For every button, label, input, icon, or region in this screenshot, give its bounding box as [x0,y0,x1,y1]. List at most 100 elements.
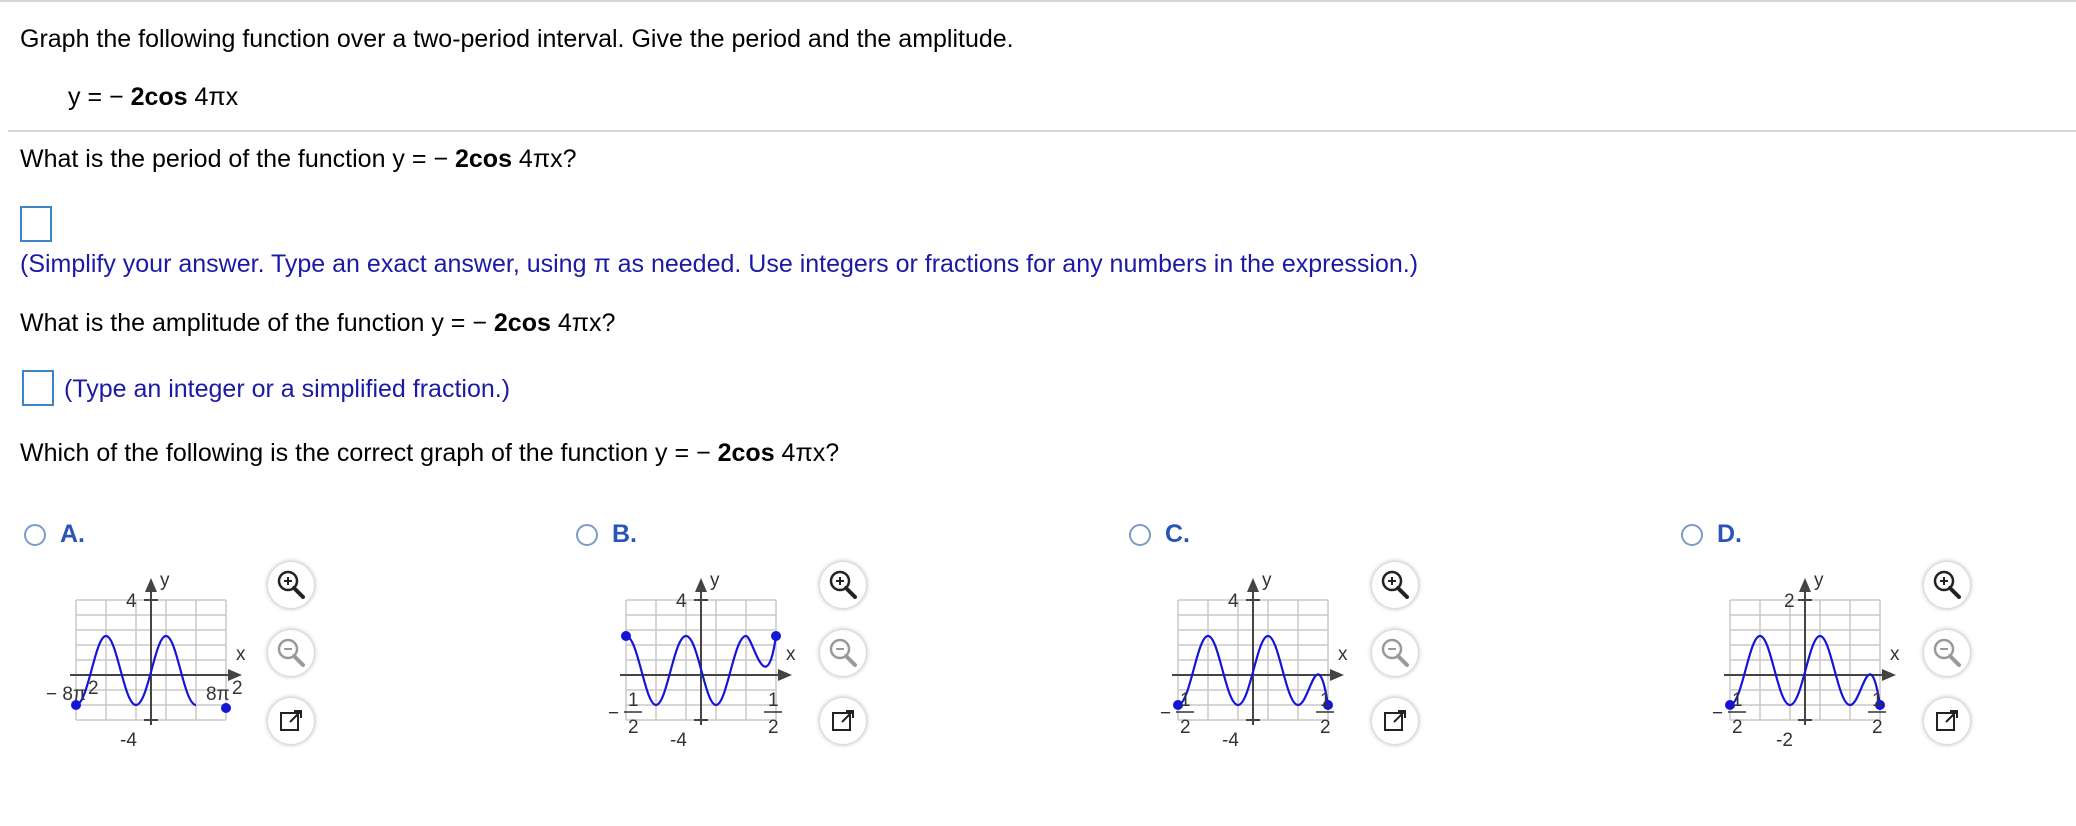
period-prompt-minus: − [433,145,449,173]
option-a-y-bottom-tick: -4 [120,730,137,751]
zoom-in-icon [829,570,857,599]
popout-icon [280,710,302,731]
option-b-x-left-den: 2 [628,717,639,738]
option-b-x-label: x [786,644,796,665]
zoom-in-icon [1933,570,1961,599]
zoom-out-icon [277,638,305,667]
option-b-y-arrow [695,578,707,592]
equation-lhs: y = [68,83,109,111]
amplitude-prompt-coef: 2cos [493,309,551,337]
option-c[interactable]: C. [1129,520,1190,549]
zoom-out-icon [1933,638,1961,667]
option-c-x-left-den: 2 [1180,717,1191,738]
option-c-zoom-out-button[interactable] [1372,630,1418,676]
option-a[interactable]: A. [24,520,85,549]
equation-minus: − [109,83,124,111]
graph-prompt-arg: 4πx [774,439,826,467]
amplitude-prompt-minus: − [472,309,487,337]
period-answer-input[interactable] [20,206,52,242]
option-b-point-left [621,631,631,641]
question-intro: Graph the following function over a two-… [20,25,1014,53]
option-c-popout-button[interactable] [1372,698,1418,744]
option-b-zoom-out-button[interactable] [820,630,866,676]
option-a-y-top-tick: 4 [126,591,137,612]
graph-prompt: Which of the following is the correct gr… [20,438,839,468]
option-d[interactable]: D. [1681,520,1742,549]
graph-prompt-end: ? [825,439,840,467]
option-c-label: C. [1165,520,1190,548]
option-a-popout-button[interactable] [268,698,314,744]
option-a-graph: y x 4 -4 − 8π 2 8π 2 [40,560,280,765]
option-b-y-top-tick: 4 [676,591,687,612]
option-b-x-right-den: 2 [768,717,779,738]
option-d-y-bottom-tick: -2 [1776,730,1793,751]
period-prompt-end: ? [562,145,577,173]
option-b-zoom-in-button[interactable] [820,562,866,608]
option-a-label: A. [60,520,85,548]
option-b-radio[interactable] [576,523,598,546]
option-c-radio[interactable] [1129,523,1151,546]
option-d-x-label: x [1890,644,1900,665]
option-b-popout-button[interactable] [820,698,866,744]
option-c-zoom-in-button[interactable] [1372,562,1418,608]
option-a-radio[interactable] [24,523,46,546]
option-a-x-right-sup: 2 [232,678,243,699]
option-d-y-top-tick: 2 [1784,591,1795,612]
option-c-y-arrow [1247,578,1259,592]
option-d-y-arrow [1799,578,1811,592]
popout-icon [1384,710,1406,731]
zoom-out-icon [829,638,857,667]
option-d-radio[interactable] [1681,523,1703,546]
function-equation: y = − 2cos 4πx [68,82,238,112]
option-b-point-right [771,631,781,641]
option-c-x-label: x [1338,644,1348,665]
option-d-graph: y x 2 -2 − 1 2 1 2 [1694,560,1934,765]
option-d-zoom-in-button[interactable] [1924,562,1970,608]
option-b-x-right-num: 1 [768,690,779,711]
amplitude-prompt-text: What is the amplitude of the function y … [20,309,473,337]
option-c-x-right-num: 1 [1320,690,1331,711]
option-d-x-left-minus: − [1712,703,1723,724]
option-c-y-label: y [1262,570,1272,591]
option-d-x-right-den: 2 [1872,717,1883,738]
option-d-x-left-den: 2 [1732,717,1743,738]
option-c-x-left-minus: − [1160,703,1171,724]
top-divider [0,0,2076,2]
period-prompt: What is the period of the function y = −… [20,144,577,174]
option-a-zoom-in-button[interactable] [268,562,314,608]
option-d-x-right-num: 1 [1872,690,1883,711]
period-prompt-coef: 2cos [455,145,512,173]
option-b[interactable]: B. [576,520,637,549]
option-a-x-label: x [236,644,246,665]
option-d-label: D. [1717,520,1742,548]
graph-prompt-coef: 2cos [717,439,775,467]
option-b-graph: y x 4 -4 − 1 2 1 2 [590,560,830,765]
option-c-graph: y x 4 -4 − 1 2 1 2 [1142,560,1382,765]
option-b-y-bottom-tick: -4 [670,730,687,751]
option-c-y-top-tick: 4 [1228,591,1239,612]
popout-icon [1936,710,1958,731]
option-c-x-left-num: 1 [1180,690,1191,711]
option-b-label: B. [612,520,637,548]
zoom-in-icon [1381,570,1409,599]
option-a-zoom-out-button[interactable] [268,630,314,676]
option-d-popout-button[interactable] [1924,698,1970,744]
period-prompt-arg: 4πx [511,145,563,173]
section-divider [8,130,2076,132]
option-b-x-arrow [778,669,792,681]
zoom-in-icon [277,570,305,599]
amplitude-answer-input[interactable] [22,370,54,406]
amplitude-prompt: What is the amplitude of the function y … [20,308,615,338]
option-a-x-left-tick: − 8π [46,684,86,705]
option-d-zoom-out-button[interactable] [1924,630,1970,676]
option-a-y-arrow [145,578,157,592]
amplitude-prompt-arg: 4πx [550,309,602,337]
equation-arg: 4πx [187,83,239,111]
option-b-y-label: y [710,570,720,591]
option-c-x-right-den: 2 [1320,717,1331,738]
zoom-out-icon [1381,638,1409,667]
period-prompt-text: What is the period of the function y = [20,145,434,173]
equation-coef: 2cos [130,83,188,111]
amplitude-prompt-end: ? [601,309,616,337]
option-b-x-left-minus: − [608,703,619,724]
